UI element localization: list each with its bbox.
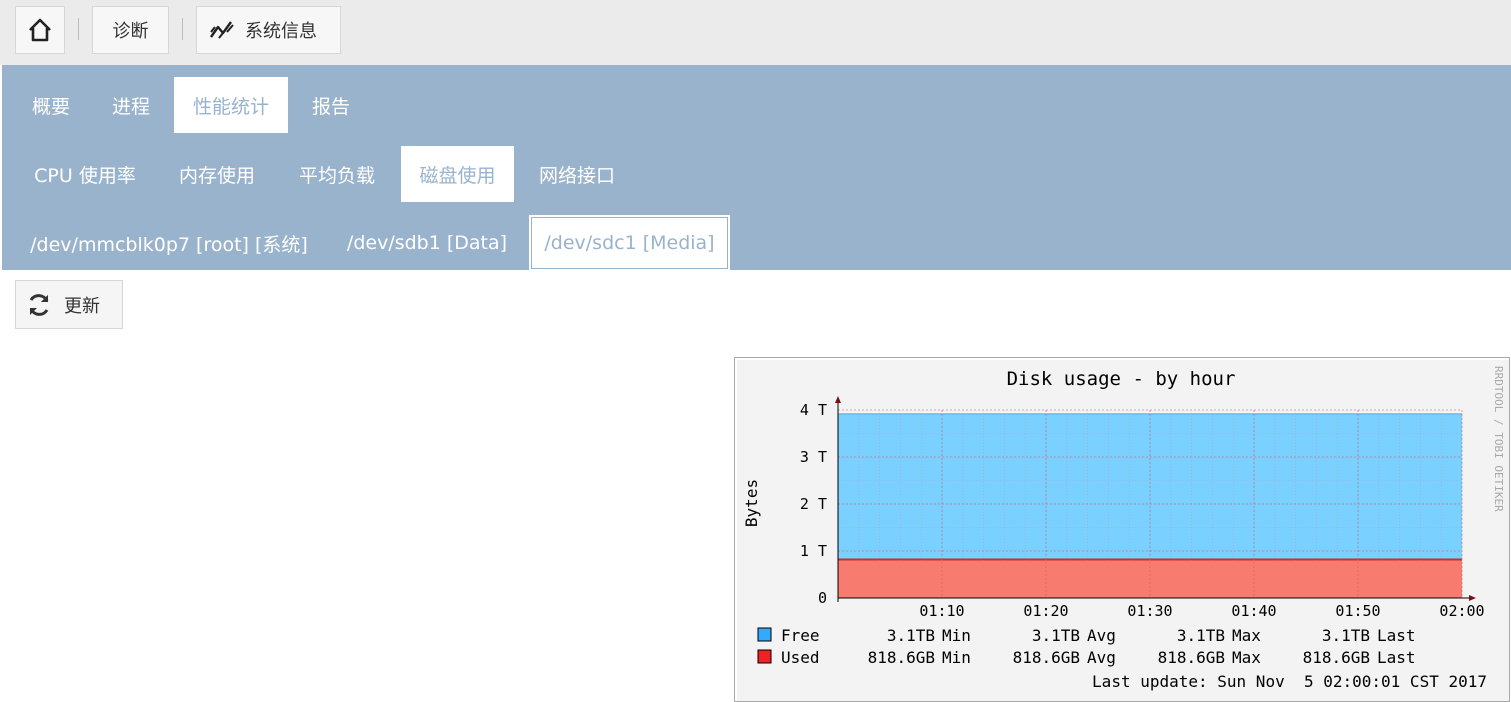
tab-label: CPU 使用率 xyxy=(34,164,136,187)
device-tab-sdc1[interactable]: /dev/sdc1 [Media] xyxy=(529,215,730,271)
legend-stat-label: Min xyxy=(942,648,971,667)
breadcrumb-system-info[interactable]: 系统信息 xyxy=(196,6,341,54)
tab-label: 网络接口 xyxy=(538,164,615,187)
legend-value: 3.1TB xyxy=(1177,626,1225,645)
y-tick-label: 2 T xyxy=(800,495,827,513)
tab-label: 平均负载 xyxy=(298,164,375,187)
legend-stat-label: Min xyxy=(942,626,971,645)
breadcrumb-diagnostics-label: 诊断 xyxy=(112,21,149,42)
x-axis-arrow xyxy=(1469,595,1476,601)
breadcrumb-separator xyxy=(182,18,183,40)
chart-legend: Free 3.1TB Min 3.1TB Avg 3.1TB Max 3.1TB Last Use… xyxy=(757,626,1416,667)
y-tick-label: 1 T xyxy=(800,542,827,560)
breadcrumb-bar: 诊断 系统信息 xyxy=(0,0,1511,65)
tab-label: 进程 xyxy=(111,95,150,118)
device-tab-mmcblk0p7[interactable]: /dev/mmcblk0p7 [root] [系统] xyxy=(16,215,322,271)
subtab-network[interactable]: 网络接口 xyxy=(522,146,632,202)
tab-label: /dev/sdc1 [Media] xyxy=(544,232,715,254)
chart-watermark: RRDTOOL / TOBI OETIKER xyxy=(1492,366,1505,512)
disk-usage-chart: Disk usage - by hour Bytes RRDTOOL / TOB… xyxy=(742,366,1505,691)
x-tick-label: 01:40 xyxy=(1231,602,1276,620)
tab-label: 内存使用 xyxy=(178,164,255,187)
refresh-button[interactable]: 更新 xyxy=(15,280,123,329)
legend-name-free: Free xyxy=(781,626,820,645)
x-tick-label: 01:10 xyxy=(919,602,964,620)
plot-area: 0 1 T 2 T 3 T 4 T 01:10 01:20 01:30 01:40 01:50 02… xyxy=(800,396,1485,620)
home-button[interactable] xyxy=(15,6,65,54)
legend-value: 818.6GB xyxy=(868,648,935,667)
tab-label: /dev/sdb1 [Data] xyxy=(346,232,508,254)
tab-label: 概要 xyxy=(31,95,70,118)
legend-value: 818.6GB xyxy=(1303,648,1370,667)
legend-swatch-used xyxy=(757,649,772,664)
home-icon xyxy=(29,18,51,42)
breadcrumb-system-info-label: 系统信息 xyxy=(245,21,317,42)
legend-stat-label: Max xyxy=(1232,648,1261,667)
legend-swatch-free xyxy=(757,627,772,642)
legend-stat-label: Last xyxy=(1377,626,1416,645)
legend-value: 818.6GB xyxy=(1013,648,1080,667)
subtab-disk[interactable]: 磁盘使用 xyxy=(401,146,514,202)
y-tick-label: 4 T xyxy=(800,401,827,419)
tab-label: 磁盘使用 xyxy=(419,164,496,187)
subtab-memory[interactable]: 内存使用 xyxy=(162,146,272,202)
legend-value: 818.6GB xyxy=(1158,648,1225,667)
device-tab-sdb1[interactable]: /dev/sdb1 [Data] xyxy=(332,215,522,271)
tab-reports[interactable]: 报告 xyxy=(296,77,366,133)
subtab-load[interactable]: 平均负载 xyxy=(282,146,392,202)
legend-name-used: Used xyxy=(781,648,820,667)
y-axis-arrow xyxy=(835,396,841,403)
subtab-cpu[interactable]: CPU 使用率 xyxy=(16,146,154,202)
refresh-icon xyxy=(29,293,49,316)
y-tick-label: 0 xyxy=(818,589,827,607)
tab-label: 报告 xyxy=(311,95,350,118)
legend-stat-label: Avg xyxy=(1087,648,1116,667)
x-tick-label: 01:30 xyxy=(1127,602,1172,620)
tab-performance[interactable]: 性能统计 xyxy=(174,77,288,133)
legend-value: 3.1TB xyxy=(1322,626,1370,645)
x-tick-label: 02:00 xyxy=(1439,602,1484,620)
y-tick-label: 3 T xyxy=(800,448,827,466)
device-tab-frame: /dev/sdc1 [Media] xyxy=(531,217,728,269)
legend-stat-label: Avg xyxy=(1087,626,1116,645)
tab-label: 性能统计 xyxy=(192,95,269,118)
legend-value: 3.1TB xyxy=(887,626,935,645)
tab-panel: 概要 进程 性能统计 报告 CPU 使用率 内存使用 平均负载 磁盘使用 网络接… xyxy=(2,65,1511,271)
breadcrumb-diagnostics[interactable]: 诊断 xyxy=(92,6,169,54)
x-tick-label: 01:20 xyxy=(1023,602,1068,620)
tab-processes[interactable]: 进程 xyxy=(96,77,166,133)
chart-line-icon xyxy=(210,21,234,39)
chart-ylabel: Bytes xyxy=(742,479,761,527)
refresh-label: 更新 xyxy=(64,295,100,317)
breadcrumb-separator xyxy=(78,18,79,40)
tab-label: /dev/mmcblk0p7 [root] [系统] xyxy=(30,233,308,256)
last-update: Last update: Sun Nov 5 02:00:01 CST 2017 xyxy=(1092,672,1487,691)
legend-value: 3.1TB xyxy=(1032,626,1080,645)
tab-overview[interactable]: 概要 xyxy=(16,77,86,133)
disk-usage-graph: Disk usage - by hour Bytes RRDTOOL / TOB… xyxy=(734,357,1510,702)
legend-stat-label: Last xyxy=(1377,648,1416,667)
chart-title: Disk usage - by hour xyxy=(1007,368,1236,390)
legend-stat-label: Max xyxy=(1232,626,1261,645)
x-tick-label: 01:50 xyxy=(1335,602,1380,620)
